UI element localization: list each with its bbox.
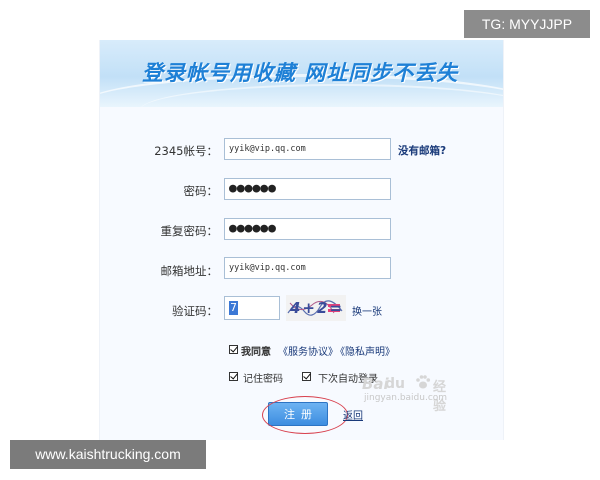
captcha-label: 验证码：	[172, 304, 218, 318]
promo-banner: 登录帐号用收藏 网址同步不丢失	[100, 40, 503, 107]
repeat-password-input[interactable]: ●●●●●●	[224, 218, 391, 240]
baidu-jingyan-watermark: Bai du 经验 jingyan.baidu.com	[362, 374, 447, 414]
agree-text: 我同意	[241, 347, 271, 358]
repeat-password-label: 重复密码：	[160, 224, 219, 238]
watermark-site: www.kaishtrucking.com	[10, 440, 206, 469]
account-input[interactable]: yyik@vip.qq.com	[224, 138, 391, 160]
refresh-captcha-link[interactable]: 换一张	[352, 303, 382, 318]
password-label: 密码：	[183, 184, 219, 198]
captcha-input[interactable]: 7	[224, 296, 280, 320]
email-input[interactable]: yyik@vip.qq.com	[224, 257, 391, 279]
no-email-link[interactable]: 没有邮箱?	[398, 143, 446, 158]
highlight-ring	[262, 396, 348, 434]
watermark-tag: TG: MYYJJPP	[464, 10, 590, 38]
banner-title: 登录帐号用收藏 网址同步不丢失	[142, 61, 459, 85]
baidu-logo-du: du	[385, 376, 405, 392]
email-label: 邮箱地址：	[160, 264, 219, 278]
back-link[interactable]: 返回	[343, 407, 363, 422]
remember-password-label: 记住密码	[243, 374, 283, 385]
baidu-paw-icon	[416, 375, 431, 389]
captcha-image-text: 4+2=	[290, 299, 345, 317]
baidu-jingyan-url: jingyan.baidu.com	[364, 393, 448, 403]
agree-checkbox[interactable]	[229, 345, 238, 354]
remember-password-checkbox[interactable]	[229, 372, 238, 381]
captcha-input-value: 7	[229, 301, 238, 315]
service-agreement-link[interactable]: 《服务协议》	[278, 343, 338, 358]
account-label: 2345帐号：	[154, 144, 218, 158]
privacy-statement-link[interactable]: 《隐私声明》	[335, 343, 395, 358]
captcha-image[interactable]: 4+2=	[286, 295, 346, 321]
auto-login-checkbox[interactable]	[302, 372, 311, 381]
password-input[interactable]: ●●●●●●	[224, 178, 391, 200]
